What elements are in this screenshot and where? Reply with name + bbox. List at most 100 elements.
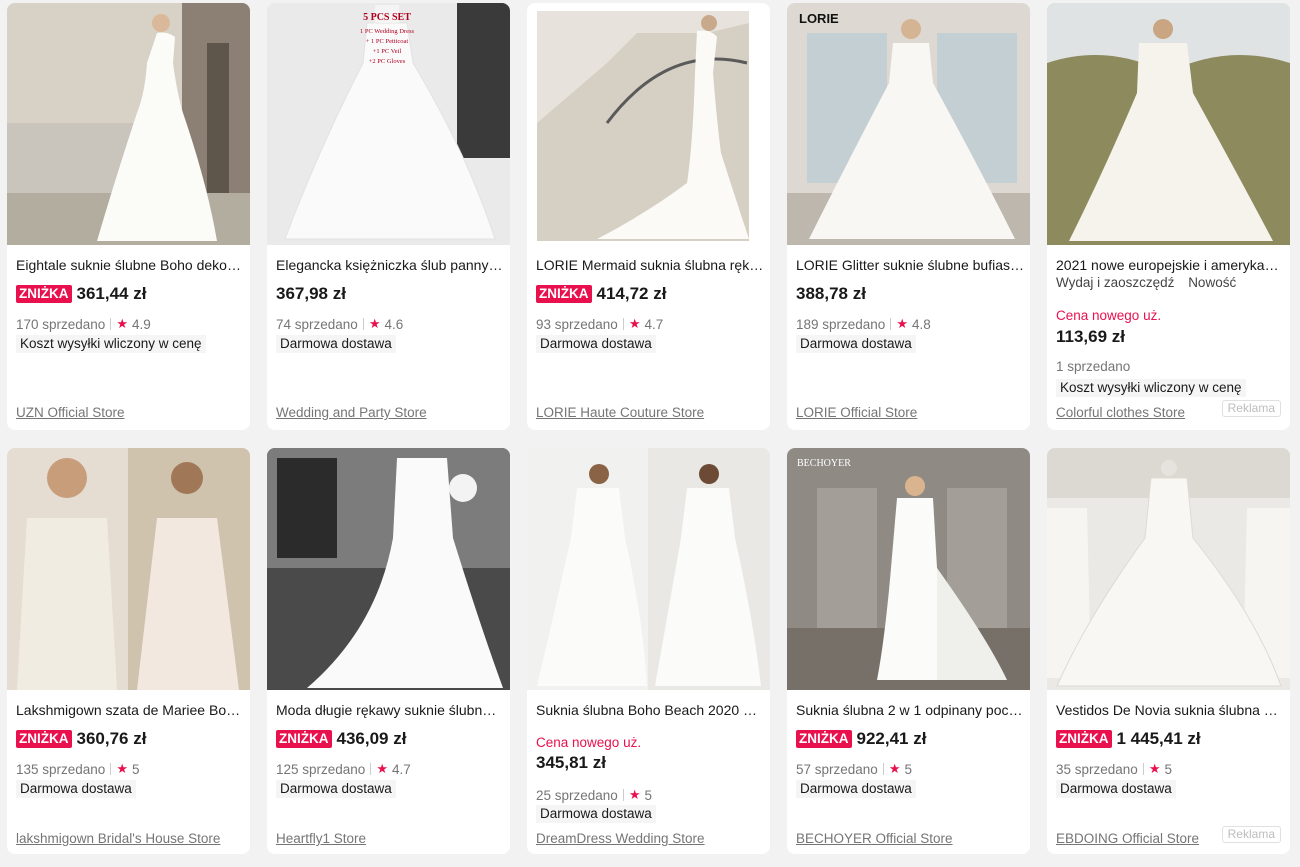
star-icon: ★: [628, 787, 641, 802]
product-image[interactable]: [267, 448, 510, 690]
product-title[interactable]: Vestidos De Novia suknia ślubna suknia b…: [1056, 701, 1284, 719]
new-user-price-label: Cena nowego uż.: [536, 735, 642, 750]
promo-tag: Wydaj i zaoszczędź: [1056, 275, 1175, 290]
star-icon: ★: [368, 316, 381, 331]
shipping-label: Darmowa dostawa: [796, 335, 916, 353]
image-brand-text: BECHOYER: [797, 458, 851, 469]
divider: [622, 318, 624, 330]
product-image[interactable]: [527, 448, 770, 690]
store-link[interactable]: UZN Official Store: [16, 405, 125, 420]
shipping-label: Darmowa dostawa: [276, 780, 396, 798]
product-title[interactable]: Eightale suknie ślubne Boho dekolt w ser…: [16, 256, 244, 274]
star-icon: ★: [896, 316, 908, 331]
product-price: 388,78 zł: [796, 284, 866, 303]
image-brand-text: LORIE: [799, 11, 839, 26]
rating-value: 5: [131, 761, 140, 777]
product-title[interactable]: Suknia ślubna Boho Beach 2020 Off the sh…: [536, 701, 764, 719]
product-image[interactable]: BECHOYER: [787, 448, 1030, 690]
rating-value: 5: [904, 761, 912, 777]
divider: [622, 789, 624, 801]
product-card[interactable]: LORIE LORIE Glitter suknie ślubne bufias…: [787, 3, 1030, 430]
store-link[interactable]: lakshmigown Bridal's House Store: [16, 831, 220, 846]
shipping-label: Darmowa dostawa: [16, 780, 136, 798]
product-card[interactable]: Suknia ślubna Boho Beach 2020 Off the sh…: [527, 448, 770, 854]
sales-rating: 57 sprzedano ★ 5: [796, 761, 912, 777]
ad-label: Reklama: [1221, 400, 1281, 417]
product-title[interactable]: Lakshmigown szata de Mariee Boho plaża: [16, 701, 244, 719]
discount-badge: ZNIŻKA: [796, 730, 852, 748]
shipping-label: Koszt wysyłki wliczony w cenę: [1056, 379, 1246, 397]
sales-rating: 25 sprzedano ★ 5: [536, 787, 652, 803]
product-image[interactable]: [527, 3, 770, 245]
product-price: 360,76 zł: [76, 729, 147, 748]
product-price: 414,72 zł: [596, 284, 667, 303]
product-image[interactable]: [7, 448, 250, 690]
price-row: ZNIŻKA 360,76 zł: [16, 728, 146, 750]
store-link[interactable]: Heartfly1 Store: [276, 831, 366, 846]
product-title[interactable]: LORIE Glitter suknie ślubne bufiaste ręk…: [796, 256, 1024, 274]
store-link[interactable]: DreamDress Wedding Store: [536, 831, 705, 846]
product-image[interactable]: LORIE: [787, 3, 1030, 245]
product-image[interactable]: [1047, 448, 1290, 690]
price-row: ZNIŻKA 414,72 zł: [536, 283, 666, 305]
product-price: 922,41 zł: [856, 729, 927, 748]
divider: [362, 318, 364, 330]
price-row: 388,78 zł: [796, 283, 866, 305]
product-card[interactable]: LORIE Mermaid suknia ślubna rękaw ZNIŻKA…: [527, 3, 770, 430]
star-icon: ★: [116, 316, 128, 331]
rating-value: 4.6: [384, 316, 404, 332]
shipping-label: Darmowa dostawa: [796, 780, 916, 798]
discount-badge: ZNIŻKA: [1056, 730, 1112, 748]
product-card[interactable]: BECHOYER Suknia ślubna 2 w 1 odpinany po…: [787, 448, 1030, 854]
product-price: 436,09 zł: [336, 729, 407, 748]
store-link[interactable]: BECHOYER Official Store: [796, 831, 953, 846]
price-row: 367,98 zł: [276, 283, 346, 305]
price-row: 113,69 zł: [1056, 326, 1125, 348]
svg-text:+ 1 PC Petticoat: + 1 PC Petticoat: [366, 38, 409, 45]
sales-rating: 125 sprzedano ★ 4.7: [276, 761, 411, 777]
divider: [110, 318, 112, 330]
product-card[interactable]: Moda długie rękawy suknie ślubne syrenka…: [267, 448, 510, 854]
product-title[interactable]: LORIE Mermaid suknia ślubna rękaw: [536, 256, 764, 274]
product-price: 367,98 zł: [276, 284, 346, 303]
store-link[interactable]: LORIE Haute Couture Store: [536, 405, 704, 420]
rating-value: 5: [644, 787, 652, 803]
new-user-price-label: Cena nowego uż.: [1056, 308, 1162, 323]
sold-count: 57 sprzedano: [796, 761, 878, 777]
sales-rating: 189 sprzedano ★ 4.8: [796, 316, 931, 332]
sold-count: 93 sprzedano: [536, 316, 618, 332]
divider: [890, 318, 892, 330]
divider: [882, 763, 884, 775]
ad-label: Reklama: [1221, 826, 1281, 843]
product-card[interactable]: 2021 nowe europejskie i amerykańskie suk…: [1047, 3, 1290, 430]
product-card[interactable]: 5 PCS SET 1 PC Wedding Dress + 1 PC Pett…: [267, 3, 510, 430]
product-title[interactable]: Suknia ślubna 2 w 1 odpinany pociąg: [796, 701, 1024, 719]
discount-badge: ZNIŻKA: [536, 285, 592, 303]
store-link[interactable]: LORIE Official Store: [796, 405, 917, 420]
product-card[interactable]: Eightale suknie ślubne Boho dekolt w ser…: [7, 3, 250, 430]
sales-rating: 93 sprzedano ★ 4.7: [536, 316, 663, 332]
product-title[interactable]: Elegancka księżniczka ślub panny młodej: [276, 256, 504, 274]
product-image[interactable]: 5 PCS SET 1 PC Wedding Dress + 1 PC Pett…: [267, 3, 510, 245]
product-price: 1 445,41 zł: [1116, 729, 1201, 748]
sold-count: 189 sprzedano: [796, 316, 886, 332]
price-row: ZNIŻKA 922,41 zł: [796, 728, 926, 750]
sales-rating: 35 sprzedano ★ 5: [1056, 761, 1172, 777]
product-image[interactable]: [7, 3, 250, 245]
divider: [110, 763, 112, 775]
store-link[interactable]: Colorful clothes Store: [1056, 405, 1185, 420]
product-card[interactable]: Lakshmigown szata de Mariee Boho plaża Z…: [7, 448, 250, 854]
star-icon: ★: [628, 316, 641, 331]
new-tag: Nowość: [1188, 275, 1237, 290]
product-price: 345,81 zł: [536, 753, 606, 772]
store-link[interactable]: Wedding and Party Store: [276, 405, 427, 420]
sold-count: 135 sprzedano: [16, 761, 106, 777]
product-title[interactable]: 2021 nowe europejskie i amerykańskie suk…: [1056, 256, 1284, 274]
store-link[interactable]: EBDOING Official Store: [1056, 831, 1199, 846]
sold-count: 35 sprzedano: [1056, 761, 1138, 777]
sales-rating: 74 sprzedano ★ 4.6: [276, 316, 403, 332]
product-price: 361,44 zł: [76, 284, 147, 303]
product-image[interactable]: [1047, 3, 1290, 245]
product-card[interactable]: Vestidos De Novia suknia ślubna suknia b…: [1047, 448, 1290, 854]
product-title[interactable]: Moda długie rękawy suknie ślubne syrenka: [276, 701, 504, 719]
